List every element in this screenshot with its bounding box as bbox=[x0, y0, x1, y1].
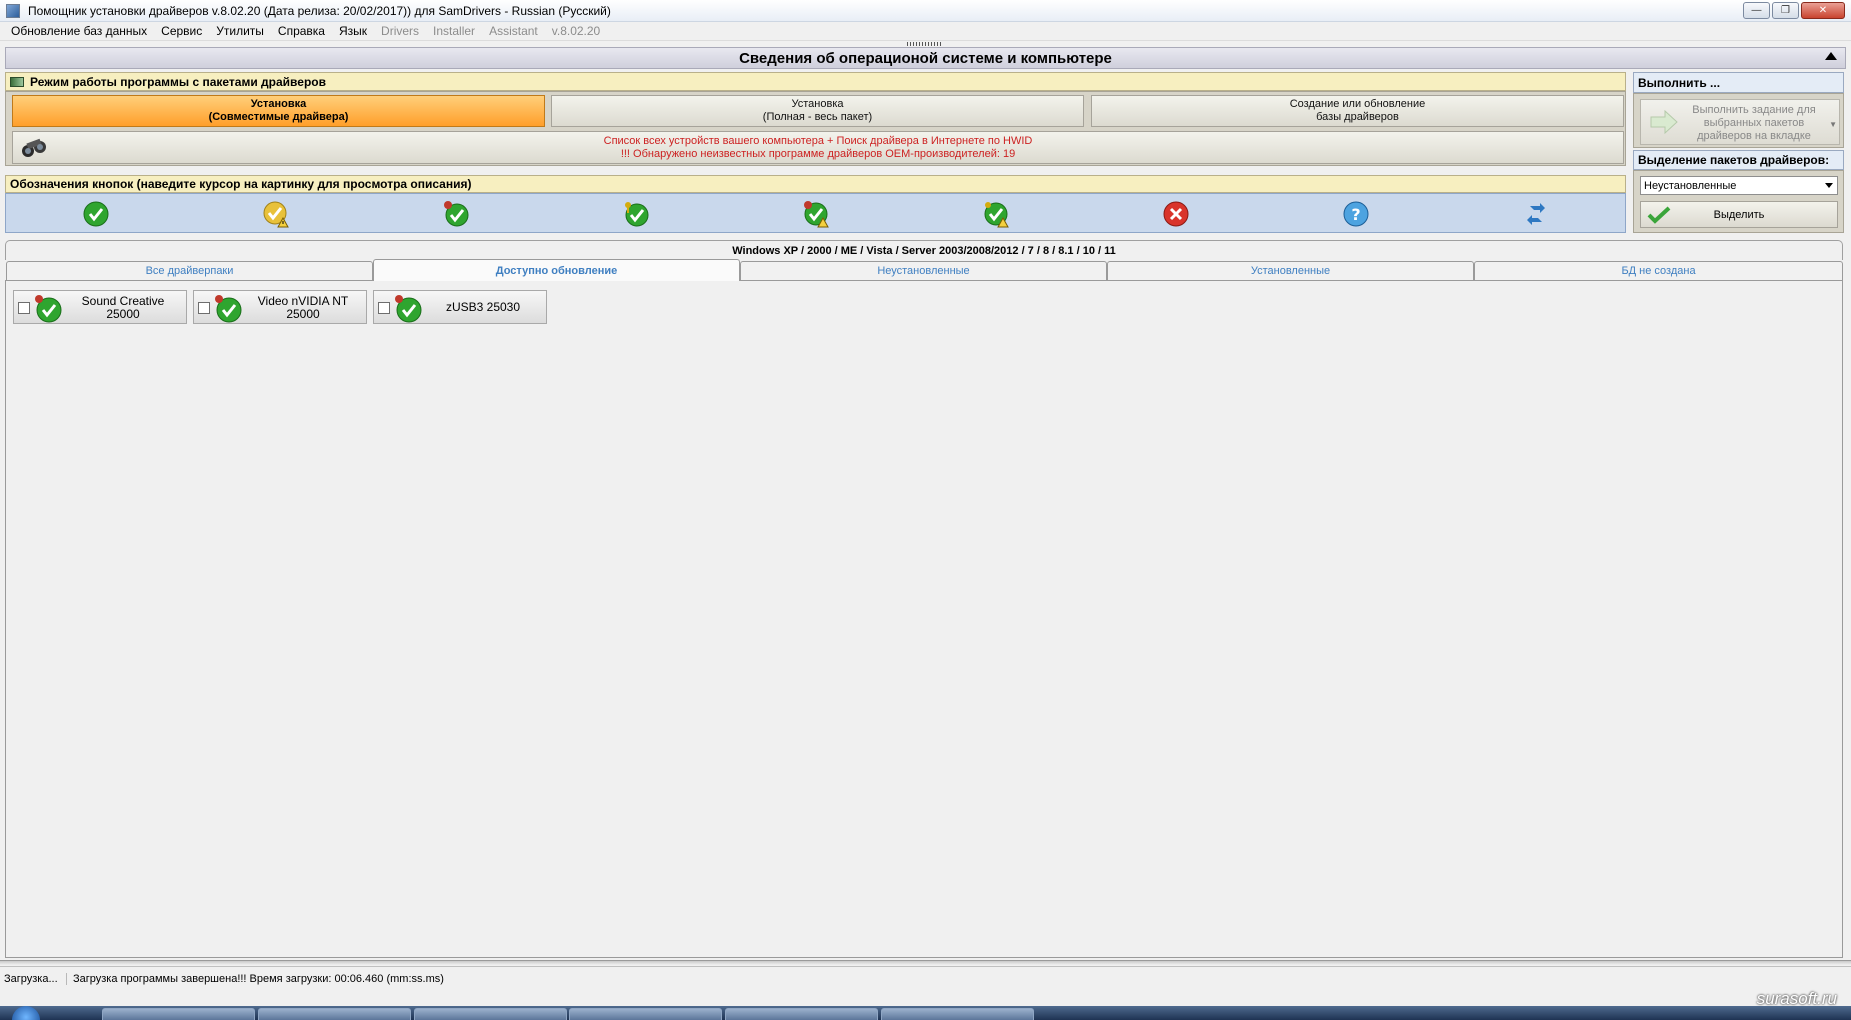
selection-panel-header: Выделение пакетов драйверов: bbox=[1633, 150, 1844, 170]
taskbar-button[interactable] bbox=[102, 1008, 255, 1020]
taskbar-button[interactable] bbox=[569, 1008, 722, 1020]
tab-installed[interactable]: Установленные bbox=[1107, 261, 1474, 280]
title-bar: Помощник установки драйверов v.8.02.20 (… bbox=[0, 0, 1851, 22]
green-check-pinned-icon bbox=[215, 295, 242, 323]
mode-section-header: Режим работы программы с пакетами драйве… bbox=[5, 72, 1626, 91]
menu-utilities[interactable]: Утилиты bbox=[209, 24, 271, 38]
splitter-grip[interactable] bbox=[907, 42, 943, 46]
green-check-pinned-icon bbox=[395, 295, 422, 323]
select-packages-button[interactable]: Выделить bbox=[1640, 201, 1838, 228]
package-version: 25000 bbox=[286, 307, 320, 321]
create-update-db-button[interactable]: Создание или обновление базы драйверов bbox=[1091, 95, 1624, 127]
svg-text:?: ? bbox=[1351, 205, 1360, 224]
install-full-line2: (Полная - весь пакет) bbox=[762, 111, 873, 123]
package-checkbox[interactable] bbox=[18, 302, 30, 314]
menu-update-databases[interactable]: Обновление баз данных bbox=[4, 24, 154, 38]
taskbar bbox=[0, 1006, 1851, 1020]
install-full-button[interactable]: Установка (Полная - весь пакет) bbox=[551, 95, 1084, 127]
app-icon bbox=[6, 3, 20, 18]
green-check-pinned-icon bbox=[35, 295, 62, 323]
minimize-button[interactable]: — bbox=[1743, 2, 1770, 19]
yellow-check-warning-icon[interactable] bbox=[262, 200, 290, 228]
legend-section-header: Обозначения кнопок (наведите курсор на к… bbox=[5, 175, 1626, 193]
selection-filter-value: Неустановленные bbox=[1644, 179, 1737, 192]
selection-panel-title: Выделение пакетов драйверов: bbox=[1638, 153, 1830, 167]
package-item[interactable]: Sound Creative 25000 bbox=[13, 290, 187, 324]
execute-panel-title: Выполнить ... bbox=[1638, 75, 1721, 90]
mode-section-title: Режим работы программы с пакетами драйве… bbox=[30, 74, 326, 89]
os-versions-label: Windows XP / 2000 / ME / Vista / Server … bbox=[732, 244, 1116, 257]
taskbar-button[interactable] bbox=[881, 1008, 1034, 1020]
menu-language[interactable]: Язык bbox=[332, 24, 374, 38]
package-name: zUSB3 25030 bbox=[445, 300, 521, 314]
packages-area bbox=[5, 280, 1843, 958]
window-controls: — ❐ ✕ bbox=[1743, 2, 1845, 19]
os-info-title: Сведения об операционой системе и компью… bbox=[739, 49, 1112, 67]
install-compatible-line2: (Совместимые драйвера) bbox=[208, 111, 349, 123]
collapse-arrow-icon[interactable] bbox=[1825, 52, 1837, 60]
status-bar: Загрузка... Загрузка программы завершена… bbox=[0, 966, 1851, 1008]
package-version: 25000 bbox=[106, 307, 140, 321]
device-list-line2: !!! Обнаружено неизвестных программе дра… bbox=[620, 147, 1016, 160]
status-message: Загрузка программы завершена!!! Время за… bbox=[66, 973, 444, 985]
package-label: Sound Creative 25000 bbox=[64, 295, 182, 321]
tab-update-available[interactable]: Доступно обновление bbox=[373, 259, 740, 281]
install-compatible-button[interactable]: Установка (Совместимые драйвера) bbox=[12, 95, 545, 127]
create-update-db-line2: базы драйверов bbox=[1316, 111, 1399, 123]
green-check-icon[interactable] bbox=[82, 200, 110, 228]
menu-service[interactable]: Сервис bbox=[154, 24, 209, 38]
create-update-db-line1: Создание или обновление bbox=[1289, 98, 1426, 110]
execute-task-label: Выполнить задание для выбранных пакетов … bbox=[1692, 104, 1816, 142]
install-full-line1: Установка bbox=[791, 98, 844, 110]
driver-pack-icon bbox=[10, 76, 24, 87]
green-check-key-icon[interactable] bbox=[622, 200, 650, 228]
menu-drivers: Drivers bbox=[381, 24, 420, 38]
execute-panel-header: Выполнить ... bbox=[1633, 72, 1844, 93]
package-item[interactable]: zUSB3 25030 bbox=[373, 290, 547, 324]
execute-task-button[interactable]: Выполнить задание для выбранных пакетов … bbox=[1640, 99, 1840, 145]
blue-refresh-arrows-icon[interactable] bbox=[1522, 200, 1550, 228]
tab-not-installed[interactable]: Неустановленные bbox=[740, 261, 1107, 280]
chevron-down-icon bbox=[1825, 183, 1833, 188]
menu-bar: Обновление баз данных Сервис Утилиты Спр… bbox=[0, 22, 1851, 41]
menu-installer: Installer bbox=[433, 24, 476, 38]
selection-filter-select[interactable]: Неустановленные bbox=[1640, 176, 1838, 195]
package-label: zUSB3 25030 bbox=[424, 301, 542, 314]
os-versions-header: Windows XP / 2000 / ME / Vista / Server … bbox=[5, 240, 1843, 260]
package-label: Video nVIDIA NT 25000 bbox=[244, 295, 362, 321]
package-checkbox[interactable] bbox=[198, 302, 210, 314]
package-item[interactable]: Video nVIDIA NT 25000 bbox=[193, 290, 367, 324]
execute-dropdown-icon[interactable]: ▼ bbox=[1829, 118, 1837, 131]
menu-help[interactable]: Справка bbox=[271, 24, 332, 38]
menu-assistant: Assistant bbox=[489, 24, 538, 38]
blue-question-icon[interactable]: ? bbox=[1342, 200, 1370, 228]
green-check-pinned-warning-icon[interactable] bbox=[802, 200, 830, 228]
tab-db-not-created[interactable]: БД не создана bbox=[1474, 261, 1843, 280]
device-list-button[interactable]: Список всех устройств вашего компьютера … bbox=[12, 131, 1624, 164]
green-check-key-warning-icon[interactable] bbox=[982, 200, 1010, 228]
device-list-line1: Список всех устройств вашего компьютера … bbox=[603, 134, 1033, 147]
legend-strip: ? bbox=[5, 193, 1626, 233]
tab-all-driverpacks[interactable]: Все драйверпаки bbox=[6, 261, 373, 280]
execute-arrow-icon bbox=[1650, 110, 1678, 134]
green-check-icon bbox=[1647, 206, 1671, 224]
package-checkbox[interactable] bbox=[378, 302, 390, 314]
menu-version: v.8.02.20 bbox=[551, 24, 601, 38]
maximize-button[interactable]: ❐ bbox=[1772, 2, 1799, 19]
red-cross-icon[interactable] bbox=[1162, 200, 1190, 228]
green-check-pinned-icon[interactable] bbox=[442, 200, 470, 228]
start-button[interactable] bbox=[12, 1006, 40, 1020]
taskbar-button[interactable] bbox=[414, 1008, 567, 1020]
os-info-header[interactable]: Сведения об операционой системе и компью… bbox=[5, 47, 1846, 69]
install-compatible-line1: Установка bbox=[250, 98, 307, 110]
binoculars-icon bbox=[22, 138, 46, 157]
legend-section-title: Обозначения кнопок (наведите курсор на к… bbox=[10, 177, 472, 191]
window-title: Помощник установки драйверов v.8.02.20 (… bbox=[28, 3, 611, 18]
select-packages-label: Выделить bbox=[1713, 208, 1765, 221]
taskbar-button[interactable] bbox=[258, 1008, 411, 1020]
status-loading: Загрузка... bbox=[4, 973, 58, 985]
taskbar-button[interactable] bbox=[725, 1008, 878, 1020]
close-button[interactable]: ✕ bbox=[1801, 2, 1845, 19]
bottom-splitter[interactable] bbox=[0, 960, 1851, 965]
